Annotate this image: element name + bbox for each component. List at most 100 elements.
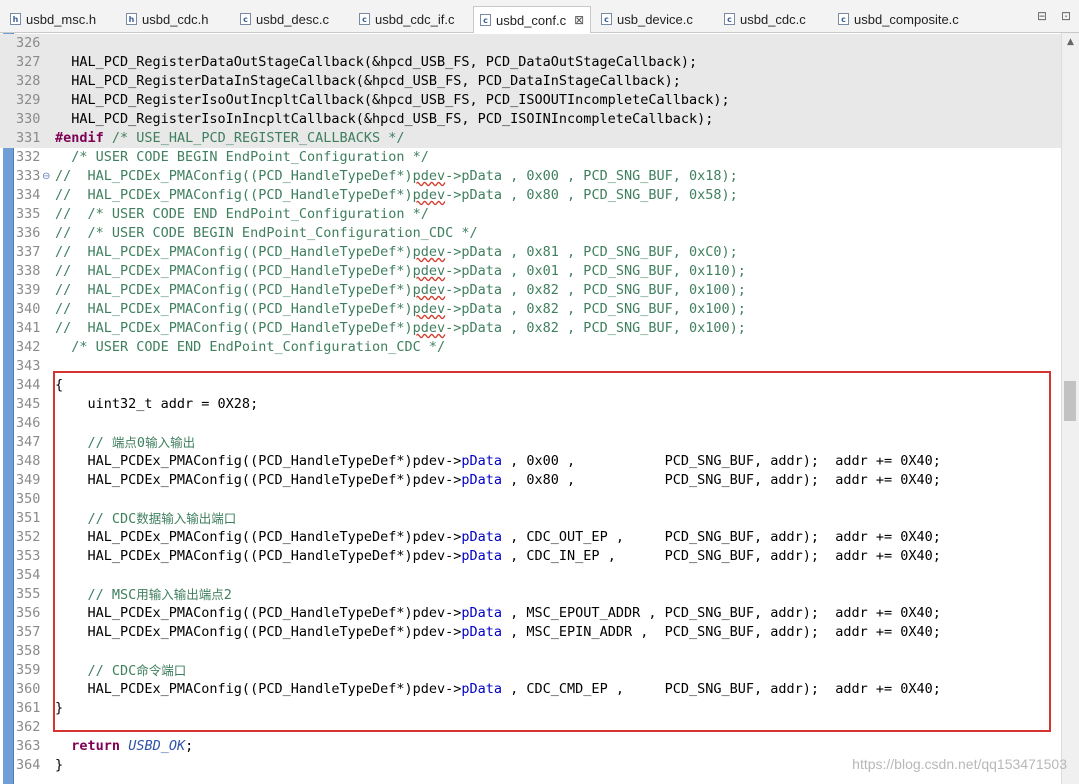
tab-label: usbd_conf.c <box>496 12 567 28</box>
code-text: /* USER CODE BEGIN EndPoint_Configuratio… <box>55 149 429 165</box>
line-number: 327 <box>16 54 41 70</box>
code-text: HAL_PCD_RegisterDataOutStageCallback(&hp… <box>55 54 698 70</box>
tab-usbd-desc-c[interactable]: c usbd_desc.c <box>240 7 329 31</box>
line-number: 355 <box>16 586 41 602</box>
tab-label: usbd_desc.c <box>256 11 329 27</box>
line-number: 343 <box>16 358 41 374</box>
code-line: 331 #endif /* USE_HAL_PCD_REGISTER_CALLBA… <box>0 129 1061 148</box>
code-line: 335 // /* USER CODE END EndPoint_Configur… <box>0 205 1061 224</box>
code-text: // HAL_PCDEx_PMAConfig((PCD_HandleTypeDe… <box>55 282 746 298</box>
line-number: 335 <box>16 206 41 222</box>
line-number: 329 <box>16 92 41 108</box>
line-number: 358 <box>16 643 41 659</box>
line-number: 345 <box>16 396 41 412</box>
line-number: 348 <box>16 453 41 469</box>
code-text: #endif /* USE_HAL_PCD_REGISTER_CALLBACKS… <box>55 130 405 146</box>
editor-tab-bar: h usbd_msc.h h usbd_cdc.h c usbd_desc.c c usbd_… <box>0 0 1079 33</box>
maximize-icon[interactable]: ⊡ <box>1061 9 1071 23</box>
watermark: https://blog.csdn.net/qq153471503 <box>852 756 1067 772</box>
tab-label: usbd_composite.c <box>854 11 959 27</box>
minimize-icon[interactable]: ⊟ <box>1037 9 1047 23</box>
line-number: 357 <box>16 624 41 640</box>
tab-usbd-cdc-if-c[interactable]: c usbd_cdc_if.c <box>359 7 455 31</box>
c-file-icon: c <box>601 13 612 25</box>
scroll-up-icon[interactable]: ▲ <box>1067 37 1074 47</box>
code-text: // /* USER CODE BEGIN EndPoint_Configura… <box>55 225 478 241</box>
tab-usbd-cdc-h[interactable]: h usbd_cdc.h <box>126 7 209 31</box>
code-text: /* USER CODE END EndPoint_Configuration_… <box>55 339 446 355</box>
fold-collapse-icon[interactable]: ⊖ <box>42 167 50 186</box>
line-number: 330 <box>16 111 41 127</box>
c-file-icon: c <box>240 13 251 25</box>
code-line: 333 ⊖ // HAL_PCDEx_PMAConfig((PCD_HandleTy… <box>0 167 1061 186</box>
line-number: 363 <box>16 738 41 754</box>
c-file-icon: c <box>724 13 735 25</box>
code-line: 363 return USBD_OK; <box>0 737 1061 756</box>
code-line: 341 // HAL_PCDEx_PMAConfig((PCD_HandleTyp… <box>0 319 1061 338</box>
code-line: 340 // HAL_PCDEx_PMAConfig((PCD_HandleTyp… <box>0 300 1061 319</box>
line-number: 336 <box>16 225 41 241</box>
code-line: 326 <box>0 34 1061 53</box>
tab-usb-device-c[interactable]: c usb_device.c <box>601 7 693 31</box>
line-number: 353 <box>16 548 41 564</box>
code-text: // HAL_PCDEx_PMAConfig((PCD_HandleTypeDe… <box>55 168 738 184</box>
tab-menu-controls: ⊟ ⊡ <box>1027 9 1071 23</box>
code-line: 339 // HAL_PCDEx_PMAConfig((PCD_HandleTyp… <box>0 281 1061 300</box>
tab-label: usbd_msc.h <box>26 11 97 27</box>
line-number: 342 <box>16 339 41 355</box>
code-text: } <box>55 757 64 773</box>
line-number: 338 <box>16 263 41 279</box>
line-number: 346 <box>16 415 41 431</box>
line-number: 337 <box>16 244 41 260</box>
highlight-box <box>53 371 1051 732</box>
tab-label: usbd_cdc.c <box>740 11 806 27</box>
code-line: 334 // HAL_PCDEx_PMAConfig((PCD_HandleTyp… <box>0 186 1061 205</box>
tab-usbd-cdc-c[interactable]: c usbd_cdc.c <box>724 7 806 31</box>
code-line: 342 /* USER CODE END EndPoint_Configurat… <box>0 338 1061 357</box>
code-editor[interactable]: 326 327 HAL_PCD_RegisterDataOutStageCallb… <box>0 33 1061 784</box>
code-text: // HAL_PCDEx_PMAConfig((PCD_HandleTypeDe… <box>55 187 738 203</box>
line-number: 364 <box>16 757 41 773</box>
tab-usbd-composite-c[interactable]: c usbd_composite.c <box>838 7 959 31</box>
code-text: HAL_PCD_RegisterDataInStageCallback(&hpc… <box>55 73 681 89</box>
line-number: 354 <box>16 567 41 583</box>
line-number: 356 <box>16 605 41 621</box>
code-line: 332 /* USER CODE BEGIN EndPoint_Configur… <box>0 148 1061 167</box>
code-line: 336 // /* USER CODE BEGIN EndPoint_Config… <box>0 224 1061 243</box>
header-file-icon: h <box>126 13 137 25</box>
code-text: // HAL_PCDEx_PMAConfig((PCD_HandleTypeDe… <box>55 320 746 336</box>
tab-usbd-conf-c[interactable]: c usbd_conf.c ⊠ <box>473 6 592 33</box>
line-number: 350 <box>16 491 41 507</box>
code-line: 329 HAL_PCD_RegisterIsoOutIncpltCallback… <box>0 91 1061 110</box>
code-line: 328 HAL_PCD_RegisterDataInStageCallback(… <box>0 72 1061 91</box>
tab-label: usbd_cdc_if.c <box>375 11 455 27</box>
tab-label: usb_device.c <box>617 11 693 27</box>
tab-usbd-msc-h[interactable]: h usbd_msc.h <box>10 7 96 31</box>
line-number: 359 <box>16 662 41 678</box>
code-text: // HAL_PCDEx_PMAConfig((PCD_HandleTypeDe… <box>55 244 738 260</box>
line-number: 361 <box>16 700 41 716</box>
line-number: 328 <box>16 73 41 89</box>
line-number: 351 <box>16 510 41 526</box>
line-number: 352 <box>16 529 41 545</box>
line-number: 332 <box>16 149 41 165</box>
line-number: 333 <box>16 168 41 184</box>
c-file-icon: c <box>838 13 849 25</box>
code-text: // HAL_PCDEx_PMAConfig((PCD_HandleTypeDe… <box>55 301 746 317</box>
code-line: 327 HAL_PCD_RegisterDataOutStageCallback… <box>0 53 1061 72</box>
line-number: 344 <box>16 377 41 393</box>
c-file-icon: c <box>480 14 491 26</box>
code-text: // HAL_PCDEx_PMAConfig((PCD_HandleTypeDe… <box>55 263 746 279</box>
code-text: HAL_PCD_RegisterIsoOutIncpltCallback(&hp… <box>55 92 730 108</box>
scroll-thumb[interactable] <box>1064 381 1076 421</box>
code-text: // /* USER CODE END EndPoint_Configurati… <box>55 206 429 222</box>
code-line: 338 // HAL_PCDEx_PMAConfig((PCD_HandleTyp… <box>0 262 1061 281</box>
code-text: HAL_PCD_RegisterIsoInIncpltCallback(&hpc… <box>55 111 714 127</box>
line-number: 362 <box>16 719 41 735</box>
close-tab-icon[interactable]: ⊠ <box>574 13 584 27</box>
code-text: return USBD_OK; <box>71 738 194 754</box>
line-number: 340 <box>16 301 41 317</box>
code-line: 337 // HAL_PCDEx_PMAConfig((PCD_HandleTyp… <box>0 243 1061 262</box>
line-number: 326 <box>16 35 41 51</box>
vertical-scrollbar[interactable]: ▲ <box>1061 33 1079 784</box>
